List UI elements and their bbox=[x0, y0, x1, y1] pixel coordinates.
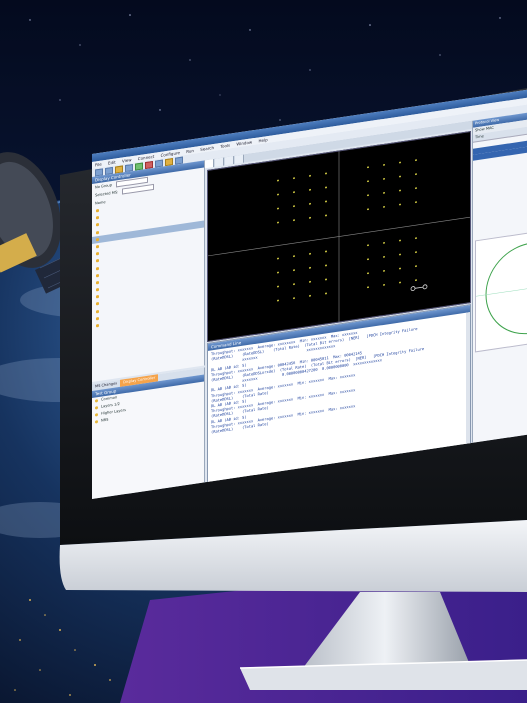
app-window: File Edit View Connect Configure Run Sea… bbox=[92, 89, 527, 500]
doc-tab[interactable] bbox=[215, 157, 224, 167]
constellation-point bbox=[383, 205, 385, 208]
polar-chart-svg bbox=[476, 242, 527, 335]
constellation-point bbox=[399, 253, 401, 256]
constellation-point bbox=[415, 265, 417, 268]
constellation-point bbox=[325, 214, 327, 217]
menu-file[interactable]: File bbox=[95, 162, 102, 168]
constellation-point bbox=[415, 251, 417, 254]
doc-tab[interactable] bbox=[225, 156, 234, 166]
constellation-point bbox=[325, 278, 327, 281]
constellation-point bbox=[277, 221, 279, 224]
constellation-point bbox=[367, 244, 369, 247]
constellation-point bbox=[293, 177, 295, 180]
constellation-point bbox=[399, 239, 401, 242]
constellation-point bbox=[277, 179, 279, 182]
constellation-point bbox=[293, 297, 295, 300]
doc-tab[interactable] bbox=[205, 158, 214, 169]
constellation-point bbox=[415, 159, 417, 162]
constellation-point bbox=[383, 177, 385, 180]
constellation-point bbox=[399, 161, 401, 164]
constellation-point bbox=[293, 269, 295, 272]
constellation-point bbox=[367, 166, 369, 169]
constellation-point bbox=[383, 255, 385, 258]
constellation-point bbox=[325, 186, 327, 189]
constellation-point bbox=[309, 188, 311, 191]
constellation-point bbox=[415, 201, 417, 204]
constellation-point bbox=[399, 175, 401, 178]
constellation-point bbox=[415, 187, 417, 190]
constellation-point bbox=[399, 203, 401, 206]
constellation-point bbox=[293, 255, 295, 258]
constellation-point bbox=[367, 286, 369, 289]
hero-scene: File Edit View Connect Configure Run Sea… bbox=[0, 0, 527, 703]
menu-search[interactable]: Search bbox=[200, 145, 214, 152]
constellation-point bbox=[277, 285, 279, 288]
display-controller-panel: Display Controller No Group Selected MS:… bbox=[92, 160, 205, 382]
constellation-point bbox=[399, 267, 401, 270]
polar-axis bbox=[476, 288, 527, 297]
constellation-point bbox=[383, 191, 385, 194]
constellation-point bbox=[325, 264, 327, 267]
constellation-point bbox=[367, 194, 369, 197]
constellation-point bbox=[309, 174, 311, 177]
command-scrollbar[interactable] bbox=[466, 312, 470, 445]
constellation-point bbox=[367, 180, 369, 183]
constellation-point bbox=[309, 294, 311, 297]
constellation-point bbox=[383, 283, 385, 286]
constellation-point bbox=[415, 173, 417, 176]
constellation-point bbox=[293, 205, 295, 208]
constellation-point bbox=[277, 299, 279, 302]
constellation-point bbox=[325, 200, 327, 203]
menu-edit[interactable]: Edit bbox=[108, 159, 116, 165]
constellation-point bbox=[293, 219, 295, 222]
menu-view[interactable]: View bbox=[122, 157, 132, 163]
constellation-point bbox=[325, 250, 327, 253]
constellation-point bbox=[399, 281, 401, 284]
constellation-point bbox=[309, 280, 311, 283]
constellation-point bbox=[367, 258, 369, 261]
constellation-points bbox=[277, 159, 417, 302]
constellation-point bbox=[399, 189, 401, 192]
polar-ring bbox=[485, 242, 527, 335]
constellation-point bbox=[293, 283, 295, 286]
constellation-point bbox=[277, 207, 279, 210]
constellation-point bbox=[367, 208, 369, 211]
constellation-point bbox=[293, 191, 295, 194]
constellation-point bbox=[309, 252, 311, 255]
constellation-point bbox=[383, 269, 385, 272]
doc-tab[interactable] bbox=[235, 154, 244, 164]
constellation-point bbox=[383, 241, 385, 244]
constellation-point bbox=[415, 279, 417, 282]
protocol-view-panel: Protocol View Show MAC Time bbox=[472, 112, 527, 443]
constellation-point bbox=[277, 193, 279, 196]
constellation-point bbox=[325, 172, 327, 175]
constellation-point bbox=[383, 163, 385, 166]
marker-icon bbox=[410, 284, 428, 292]
constellation-point bbox=[277, 271, 279, 274]
constellation-point bbox=[415, 237, 417, 240]
menu-help[interactable]: Help bbox=[258, 137, 267, 143]
test-group-panel: MS Changes Display Controller Test Group… bbox=[92, 367, 205, 499]
constellation-point bbox=[309, 202, 311, 205]
constellation-point bbox=[277, 257, 279, 260]
menu-window[interactable]: Window bbox=[236, 139, 252, 146]
menu-run[interactable]: Run bbox=[186, 148, 194, 154]
constellation-point bbox=[309, 216, 311, 219]
constellation-point bbox=[367, 272, 369, 275]
polar-chart bbox=[475, 232, 527, 353]
constellation-point bbox=[309, 266, 311, 269]
menu-tools[interactable]: Tools bbox=[220, 143, 230, 149]
constellation-point bbox=[325, 292, 327, 295]
